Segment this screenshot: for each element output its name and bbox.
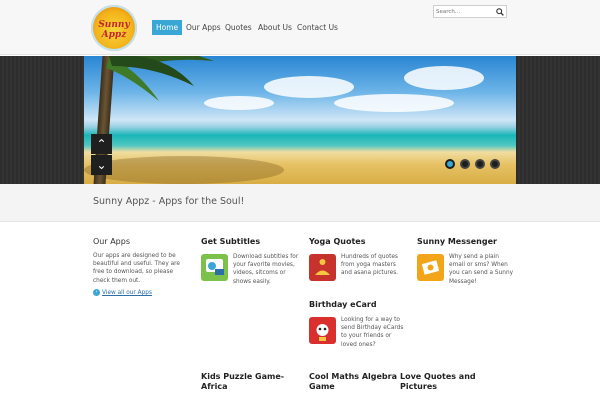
our-apps-description: Our apps are designed to be beautiful an… [93,253,180,284]
app-desc-yoga-quotes: Hundreds of quotes from yoga masters and… [341,254,399,277]
tagline-band [0,184,600,222]
app-title-love-quotes[interactable]: Love Quotes and Pictures [400,372,490,392]
slider-down-button[interactable]: ⌄ [91,155,112,175]
slider-dot-2[interactable] [460,159,470,169]
app-desc-sunny-messenger: Why send a plain email or sms? When you … [449,254,514,285]
search-icon[interactable] [496,8,504,16]
slider-dot-4[interactable] [490,159,500,169]
nav-contact-us[interactable]: Contact Us [297,20,338,35]
nav-our-apps[interactable]: Our Apps [186,20,221,35]
app-title-birthday-ecard[interactable]: Birthday eCard [309,300,377,309]
app-title-sunny-messenger[interactable]: Sunny Messenger [417,237,497,246]
site-tagline: Sunny Appz - Apps for the Soul! [93,196,245,207]
search-box [433,5,507,18]
logo-text: Sunny Appz [98,20,130,40]
birthday-icon[interactable] [309,317,336,344]
app-desc-birthday-ecard: Looking for a way to send Birthday eCard… [341,317,404,348]
nav-quotes[interactable]: Quotes [225,20,252,35]
nav-home[interactable]: Home [152,20,183,35]
app-title-kids-puzzle[interactable]: Kids Puzzle Game- Africa [201,372,291,392]
app-desc-get-subtitles: Download subtitles for your favorite mov… [233,254,299,285]
messenger-icon[interactable] [417,254,444,281]
yoga-icon[interactable] [309,254,336,281]
site-header: Sunny Appz Home Our Apps Quotes About Us… [0,0,600,55]
slider-dot-1[interactable] [445,159,455,169]
app-title-get-subtitles[interactable]: Get Subtitles [201,237,260,246]
app-title-yoga-quotes[interactable]: Yoga Quotes [309,237,365,246]
view-all-apps-link[interactable]: › View all our Apps [93,289,152,296]
arrow-right-icon: › [93,289,100,296]
subtitles-icon[interactable] [201,254,228,281]
nav-about-us[interactable]: About Us [258,20,292,35]
sunny-appz-logo[interactable]: Sunny Appz [91,5,137,51]
our-apps-heading: Our Apps [93,237,130,246]
slider-up-button[interactable]: ⌃ [91,134,112,154]
view-all-apps-label: View all our Apps [102,290,153,296]
slider-dot-3[interactable] [475,159,485,169]
app-title-cool-maths[interactable]: Cool Maths Algebra Game [309,372,399,392]
search-input[interactable] [436,7,488,17]
